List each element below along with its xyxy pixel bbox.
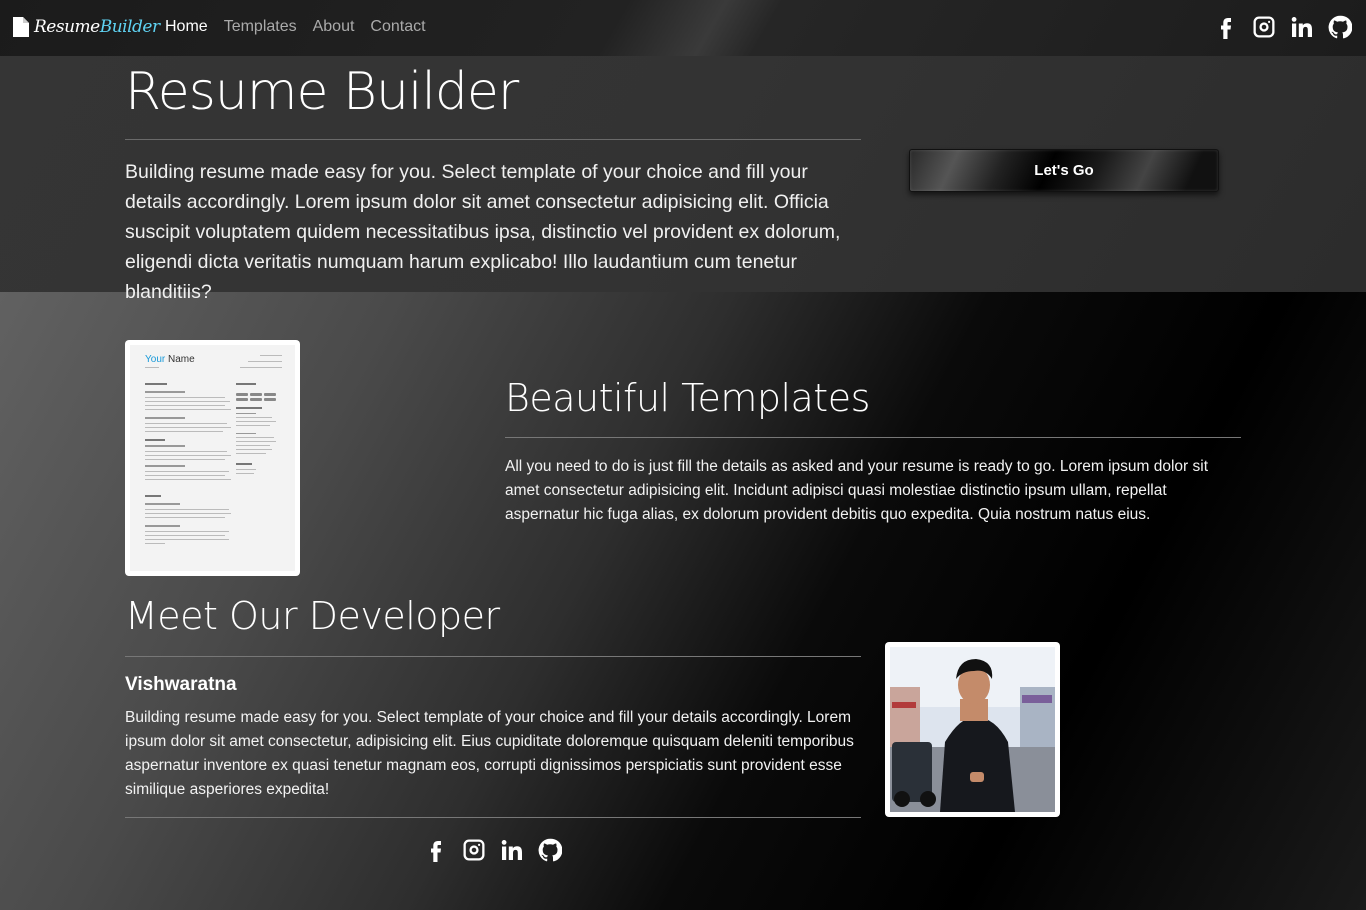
- hero-title: Resume Builder: [125, 62, 519, 122]
- instagram-icon[interactable]: [1252, 15, 1276, 39]
- developer-description: Building resume made easy for you. Selec…: [125, 709, 854, 798]
- developer-photo-image: [890, 647, 1055, 812]
- nav-link-contact[interactable]: Contact: [370, 18, 425, 36]
- templates-divider: [505, 437, 1241, 438]
- navbar: ResumeBuilder Home Templates About Conta…: [0, 0, 1366, 56]
- hero-divider: [125, 139, 861, 140]
- nav-link-templates[interactable]: Templates: [224, 18, 297, 36]
- nav-link-about[interactable]: About: [313, 18, 355, 36]
- template-preview-image: Your Name: [130, 345, 295, 571]
- brand-name: ResumeBuilder: [34, 17, 160, 37]
- facebook-icon[interactable]: [424, 838, 448, 862]
- nav-social-links: [1214, 15, 1353, 39]
- linkedin-icon[interactable]: [1290, 15, 1314, 39]
- developer-photo: [885, 642, 1060, 817]
- github-icon[interactable]: [538, 838, 563, 862]
- hero-description: Building resume made easy for you. Selec…: [125, 161, 841, 303]
- nav-link-home[interactable]: Home: [165, 18, 208, 36]
- page: ResumeBuilder Home Templates About Conta…: [0, 0, 1366, 910]
- github-icon[interactable]: [1328, 15, 1353, 39]
- lets-go-button[interactable]: Let's Go: [909, 149, 1219, 192]
- nav-links: Home Templates About Contact: [165, 18, 426, 36]
- developer-social-links: [424, 838, 563, 862]
- template-preview-name: Your Name: [145, 354, 195, 365]
- developer-divider: [125, 656, 861, 657]
- linkedin-icon[interactable]: [500, 838, 524, 862]
- templates-description: All you need to do is just fill the deta…: [505, 458, 1209, 523]
- instagram-icon[interactable]: [462, 838, 486, 862]
- developer-title: Meet Our Developer: [125, 594, 500, 638]
- brand-logo[interactable]: ResumeBuilder: [12, 16, 160, 38]
- facebook-icon[interactable]: [1214, 15, 1238, 39]
- templates-title: Beautiful Templates: [505, 376, 870, 420]
- document-icon: [12, 16, 30, 38]
- developer-divider-bottom: [125, 817, 861, 818]
- developer-name: Vishwaratna: [125, 674, 237, 695]
- template-preview-card[interactable]: Your Name: [125, 340, 300, 576]
- hero-section: Resume Builder Building resume made easy…: [0, 56, 1366, 303]
